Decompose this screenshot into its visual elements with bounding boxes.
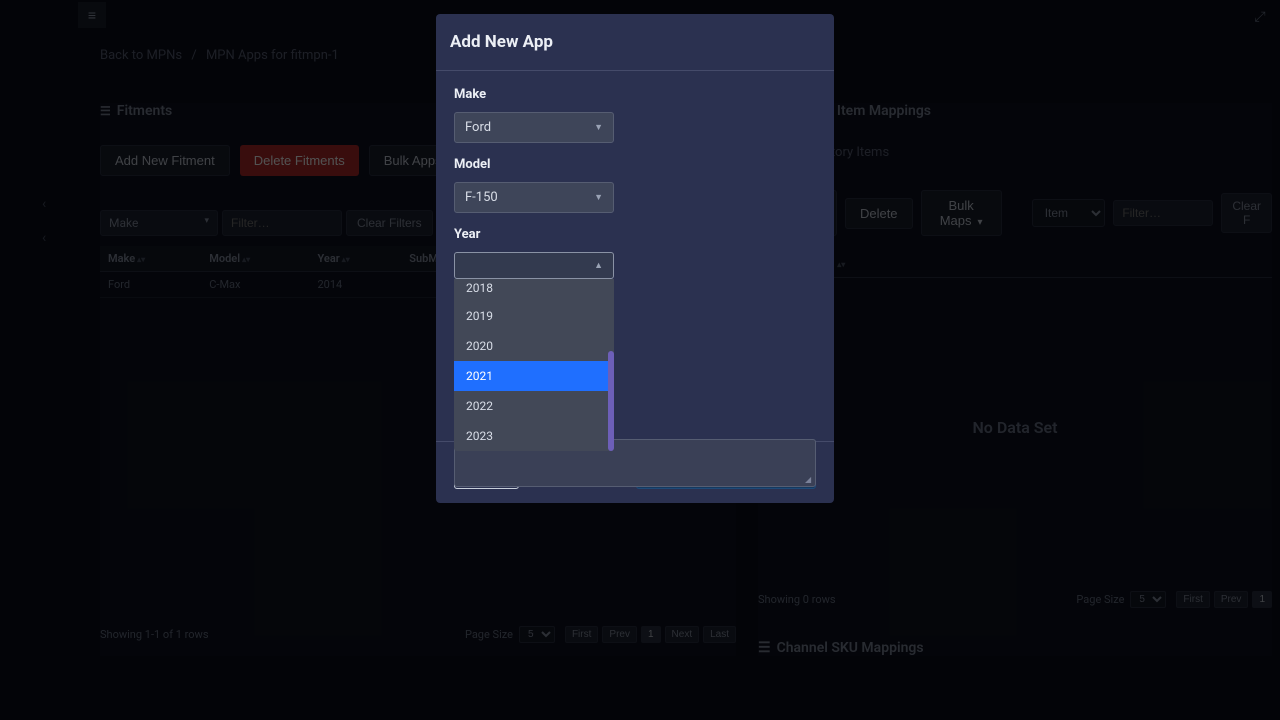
- year-option-2020[interactable]: 2020: [454, 331, 614, 361]
- make-value: Ford: [465, 120, 491, 135]
- year-option-2018[interactable]: 2018: [454, 279, 614, 301]
- caret-down-icon: ▼: [594, 122, 603, 133]
- caret-up-icon: ▲: [594, 260, 603, 271]
- year-option-2023[interactable]: 2023: [454, 421, 614, 451]
- scrollbar-thumb[interactable]: [608, 351, 614, 451]
- modal-title: Add New App: [450, 32, 820, 52]
- year-dropdown: 2018 2019 2020 2021 2022 2023: [454, 279, 614, 451]
- year-select[interactable]: ▲: [454, 252, 614, 279]
- year-label: Year: [454, 227, 816, 242]
- model-label: Model: [454, 157, 816, 172]
- make-label: Make: [454, 87, 816, 102]
- add-new-app-modal: Add New App Make Ford ▼ Model F-150 ▼ Ye…: [436, 14, 834, 503]
- year-option-2019[interactable]: 2019: [454, 301, 614, 331]
- make-select[interactable]: Ford ▼: [454, 112, 614, 143]
- caret-down-icon: ▼: [594, 192, 603, 203]
- year-option-2022[interactable]: 2022: [454, 391, 614, 421]
- model-select[interactable]: F-150 ▼: [454, 182, 614, 213]
- year-option-2021[interactable]: 2021: [454, 361, 614, 391]
- resize-handle-icon: ◢: [805, 476, 813, 484]
- model-value: F-150: [465, 190, 498, 205]
